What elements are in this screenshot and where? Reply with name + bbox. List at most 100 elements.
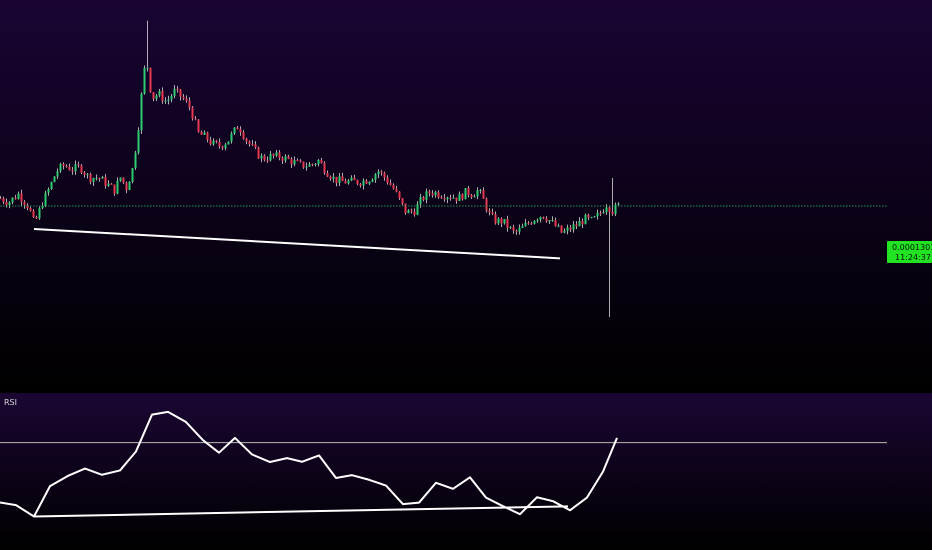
price-chart[interactable]: 0.0001301 11:24:37 [0,0,932,390]
candle-body-down [239,129,242,133]
candle-body-down [530,223,533,225]
candle-body-down [323,163,326,174]
candle-body-up [371,179,374,182]
price-axis-badge[interactable]: 0.0001301 11:24:37 [887,241,932,263]
candle [140,92,143,134]
candle-body-down [392,185,395,189]
candle-body-down [302,161,305,168]
candle-body-up [95,177,98,179]
candle [323,161,326,175]
candle-body-down [542,216,545,219]
candle-body-down [401,198,404,204]
candle-body-up [47,189,50,193]
candle-body-down [281,157,284,161]
candle-body-up [563,230,566,233]
candle-body-down [179,89,182,97]
candle-body-up [464,188,467,200]
candle-body-down [443,197,446,200]
candle-body-down [404,203,407,214]
candle-body-up [146,67,149,69]
candle-body-down [206,132,209,140]
candle-body-up [170,96,173,100]
candle-body-up [143,68,146,94]
candle-body-down [395,188,398,192]
candle-body-down [194,118,197,120]
candle-body-up [458,194,461,201]
rsi-chart[interactable]: RSI [0,393,932,550]
candle-body-down [263,155,266,161]
candle-body-up [119,177,122,181]
candle-body-down [23,201,26,205]
candle-body-down [410,210,413,212]
candle-body-down [221,146,224,149]
candle-body-down [449,197,452,199]
candle-body-up [131,168,134,182]
candle-body-down [5,202,8,206]
candle-body-up [293,160,296,165]
candle-body-down [467,188,470,196]
candle-body-down [20,193,23,202]
candle-body-up [227,141,230,145]
candle-body-up [350,177,353,181]
candle-body-down [494,214,497,224]
candle-body-up [374,174,377,180]
candle-body-down [608,207,611,212]
candle-body-down [422,197,425,200]
candle-body-down [104,176,107,186]
candle-body-down [365,180,368,184]
candle-body-up [92,178,95,183]
candle-body-up [212,140,215,145]
candle-body-up [53,176,56,183]
candle-body-up [332,176,335,179]
candle-body-up [518,227,521,232]
candle-body-up [536,219,539,221]
candle-body-down [455,197,458,201]
candle-body-down [218,142,221,147]
candle-body-down [470,195,473,198]
candle-body-down [68,166,71,171]
candle-body-down [29,208,32,211]
candle [257,146,260,159]
candle-body-up [164,100,167,102]
candle-body-down [398,191,401,199]
candle-body-up [305,166,308,168]
candle-body-up [446,197,449,200]
candle-body-down [71,170,74,172]
candle-body-down [428,191,431,194]
candle-body-down [32,210,35,218]
candle-body-down [62,164,65,166]
candle-body-up [44,192,47,207]
candle-body-down [266,160,269,162]
candle-body-down [356,180,359,184]
candle [137,127,140,155]
candle-body-up [167,99,170,101]
candle-body-up [155,95,158,99]
candle-body-down [296,160,299,162]
candle-body-down [587,214,590,218]
candle-body-up [362,180,365,186]
candle-body-up [584,214,587,225]
candle-body-down [2,198,5,203]
candle-body-down [500,218,503,224]
candle-body-up [473,196,476,198]
candle-body-down [278,152,281,158]
candle-body-up [158,90,161,96]
candle [134,150,137,170]
candle-body-down [209,139,212,145]
rsi-title: RSI [4,398,17,407]
candle-body-down [272,153,275,156]
candle-body-up [224,144,227,149]
candle-body-down [83,172,86,175]
candle-body-up [476,190,479,197]
candle-body-down [149,67,152,93]
candle [53,176,56,183]
candle-body-down [188,100,191,108]
candle-body-up [230,133,233,142]
candle-body-up [260,155,263,159]
candle-body-up [203,132,206,135]
candle-body-down [485,198,488,211]
candle-body-down [545,218,548,222]
candle-body-down [554,220,557,227]
candle-body-up [116,180,119,194]
candle-body-up [8,202,11,206]
